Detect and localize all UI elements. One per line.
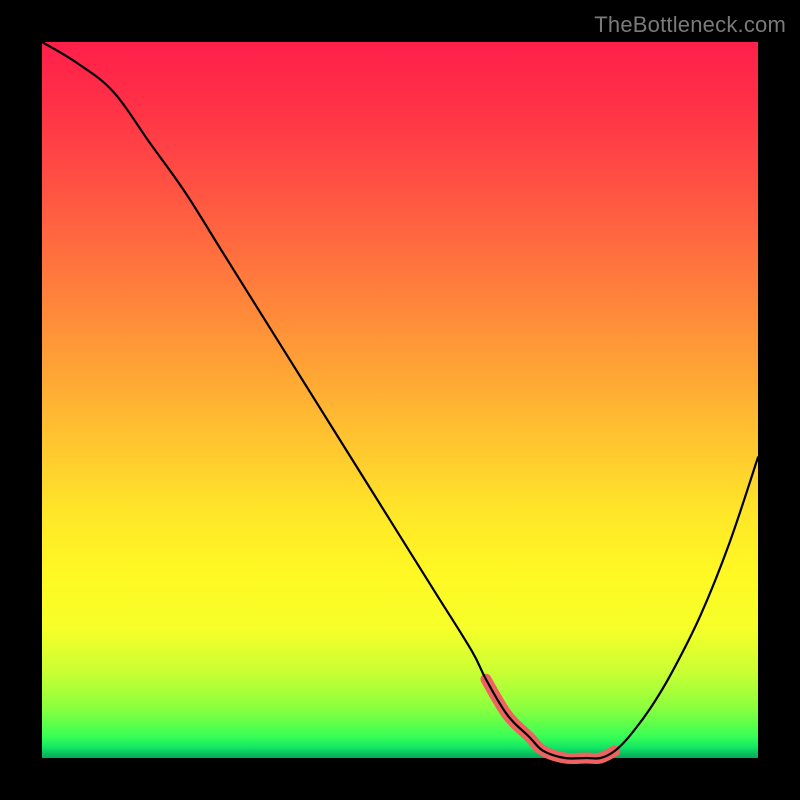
plot-area — [42, 42, 758, 758]
optimal-range-highlight — [486, 679, 615, 758]
watermark-text: TheBottleneck.com — [594, 12, 786, 38]
chart-frame: TheBottleneck.com — [0, 0, 800, 800]
bottleneck-curve — [42, 42, 758, 759]
curve-svg — [42, 42, 758, 758]
